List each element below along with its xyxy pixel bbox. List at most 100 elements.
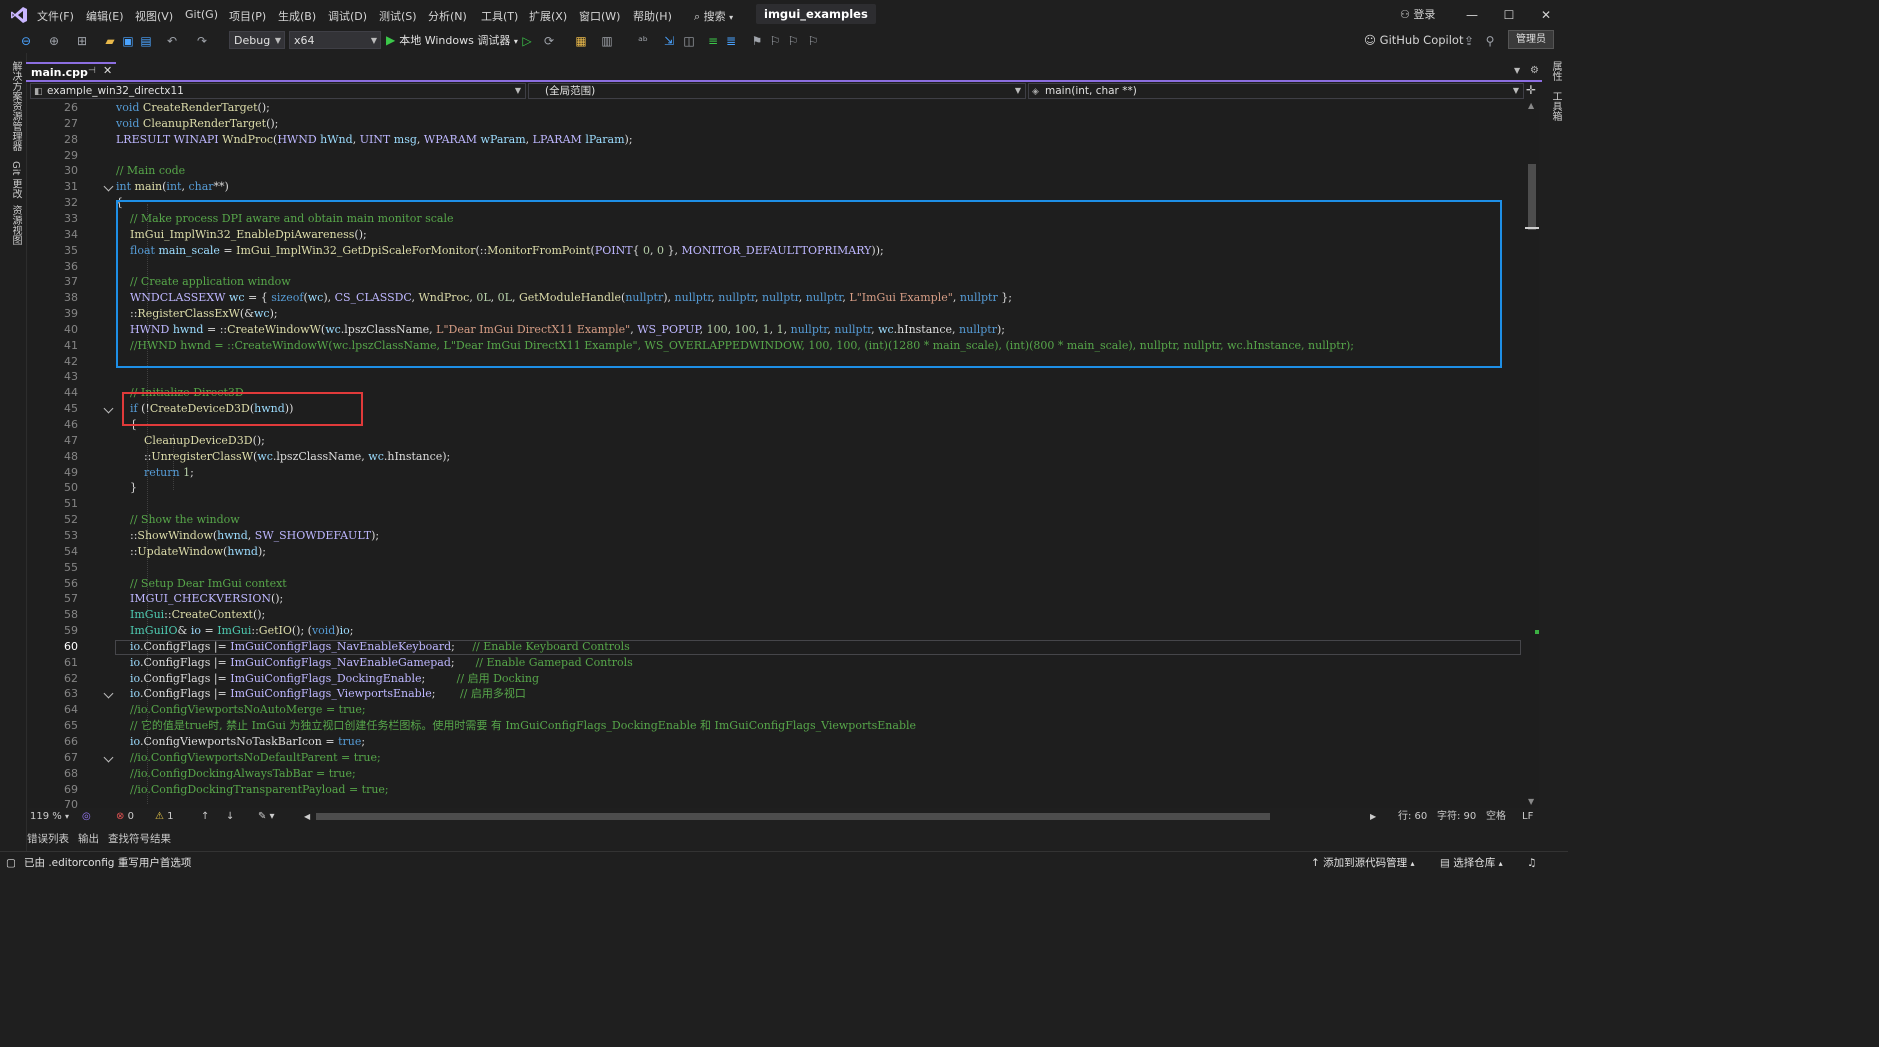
next-bookmark-icon[interactable]: ⚐ — [785, 33, 801, 49]
menu-item[interactable]: 文件(F) — [37, 8, 74, 24]
notification-icon[interactable]: ▢ — [6, 852, 16, 874]
menu-item[interactable]: 帮助(H) — [633, 8, 672, 24]
code-line[interactable]: 57 IMGUI_CHECKVERSION(); — [28, 591, 1525, 607]
code-line[interactable]: 48 ::UnregisterClassW(wc.lpszClassName, … — [28, 449, 1525, 465]
code-line[interactable]: 62 io.ConfigFlags |= ImGuiConfigFlags_Do… — [28, 671, 1525, 687]
settings-gear-icon[interactable]: ⚙ — [1530, 65, 1539, 76]
scroll-left-icon[interactable]: ◀ — [304, 809, 310, 825]
scroll-right-icon[interactable]: ▶ — [1370, 809, 1376, 825]
code-line[interactable]: 28 LRESULT WINAPI WndProc(HWND hWnd, UINT… — [28, 132, 1525, 148]
menu-item[interactable]: 扩展(X) — [529, 8, 567, 24]
share-icon[interactable]: ⇪ — [1461, 33, 1477, 49]
code-line[interactable]: 68 //io.ConfigDockingAlwaysTabBar = true… — [28, 766, 1525, 782]
horizontal-scroll-thumb[interactable] — [316, 813, 1270, 820]
errors-indicator[interactable]: ⊗ 0 — [116, 809, 134, 825]
fold-chevron-icon[interactable] — [103, 688, 114, 699]
solution-explorer-icon[interactable]: ▦ — [573, 33, 589, 49]
menu-item[interactable]: 工具(T) — [481, 8, 518, 24]
maximize-button[interactable]: ☐ — [1496, 6, 1522, 24]
fold-chevron-icon[interactable] — [103, 752, 114, 763]
code-line[interactable]: 51 — [28, 496, 1525, 512]
warnings-indicator[interactable]: ⚠ 1 — [155, 809, 174, 825]
code-line[interactable]: 47 CleanupDeviceD3D(); — [28, 433, 1525, 449]
code-line[interactable]: 30 // Main code — [28, 163, 1525, 179]
clear-bookmarks-icon[interactable]: ⚐ — [805, 33, 821, 49]
code-line[interactable]: 54 ::UpdateWindow(hwnd); — [28, 544, 1525, 560]
line-indicator[interactable]: 行: 60 — [1398, 809, 1427, 825]
open-folder-icon[interactable]: ▰ — [102, 33, 118, 49]
notifications-bell-icon[interactable]: ♫ — [1527, 852, 1536, 874]
code-line[interactable]: 26 void CreateRenderTarget(); — [28, 100, 1525, 116]
tab-error-list[interactable]: 错误列表 — [27, 831, 69, 846]
login-button[interactable]: ⚇ 登录 — [1400, 6, 1435, 22]
code-cleanup-icon[interactable]: ✎ ▾ — [258, 809, 275, 825]
github-copilot-button[interactable]: ☺ GitHub Copilot — [1364, 33, 1463, 47]
scroll-up-icon[interactable]: ▲ — [1528, 101, 1534, 110]
start-without-debugging-icon[interactable]: ▷ — [519, 33, 535, 49]
save-icon[interactable]: ▣ — [120, 33, 136, 49]
bookmark-icon[interactable]: ⚑ — [749, 33, 765, 49]
tab-list-chevron-icon[interactable]: ▼ — [1514, 66, 1520, 75]
code-line[interactable]: 67 //io.ConfigViewportsNoDefaultParent =… — [28, 750, 1525, 766]
prev-bookmark-icon[interactable]: ⚐ — [767, 33, 783, 49]
layout-icon[interactable]: ▥ — [599, 33, 615, 49]
step-icon[interactable]: ⇲ — [661, 33, 677, 49]
code-line[interactable]: 43 — [28, 369, 1525, 385]
undo-icon[interactable]: ↶ — [164, 33, 180, 49]
redo-icon[interactable]: ↷ — [194, 33, 210, 49]
tab-find-symbol-results[interactable]: 查找符号结果 — [108, 831, 171, 846]
whitespace-indicator[interactable]: 空格 — [1486, 809, 1506, 825]
menu-item[interactable]: 分析(N) — [428, 8, 467, 24]
menu-item[interactable]: 测试(S) — [379, 8, 417, 24]
code-line[interactable]: 65 // 它的值是true时, 禁止 ImGui 为独立视口创建任务栏图标。使… — [28, 718, 1525, 734]
breakpoint-toggle-icon[interactable]: ◫ — [681, 33, 697, 49]
hot-reload-icon[interactable]: ⟳ — [541, 33, 557, 49]
resource-view-tab[interactable]: 资源视图 — [8, 205, 23, 245]
close-tab-icon[interactable]: ✕ — [103, 64, 112, 77]
member-dropdown[interactable]: ◈ main(int, char **) ▼ — [1028, 83, 1524, 99]
solution-explorer-tab[interactable]: 解决方案资源管理器 — [8, 61, 23, 151]
minimize-button[interactable]: — — [1459, 6, 1485, 24]
next-issue-icon[interactable]: ↓ — [226, 809, 234, 825]
code-line[interactable]: 69 //io.ConfigDockingTransparentPayload … — [28, 782, 1525, 798]
menu-item[interactable]: 调试(D) — [328, 8, 367, 24]
search-box[interactable]: ⌕ 搜索 ▾ — [694, 8, 733, 24]
menu-item[interactable]: 视图(V) — [135, 8, 173, 24]
save-all-icon[interactable]: ▤ — [138, 33, 154, 49]
code-line[interactable]: 60 io.ConfigFlags |= ImGuiConfigFlags_Na… — [28, 639, 1525, 655]
code-line[interactable]: 31 int main(int, char**) — [28, 179, 1525, 195]
platform-select[interactable]: x64 ▼ — [289, 31, 381, 49]
code-line[interactable]: 66 io.ConfigViewportsNoTaskBarIcon = tru… — [28, 734, 1525, 750]
menu-item[interactable]: 编辑(E) — [86, 8, 124, 24]
close-window-button[interactable]: ✕ — [1533, 6, 1559, 24]
menu-item[interactable]: 窗口(W) — [579, 8, 620, 24]
char-indicator[interactable]: 字符: 90 — [1437, 809, 1476, 825]
scroll-down-icon[interactable]: ▼ — [1528, 797, 1534, 806]
menu-item[interactable]: 项目(P) — [229, 8, 266, 24]
start-debugging-button[interactable]: ▶ 本地 Windows 调试器 ▾ — [386, 32, 518, 48]
select-repository-button[interactable]: ▤ 选择仓库 ▴ — [1440, 852, 1503, 875]
code-line[interactable]: 53 ::ShowWindow(hwnd, SW_SHOWDEFAULT); — [28, 528, 1525, 544]
properties-tab[interactable]: 属性 — [1548, 61, 1563, 81]
uncomment-lines-icon[interactable]: ≣ — [723, 33, 739, 49]
pin-icon[interactable]: ⊣ — [88, 66, 96, 76]
forward-navigate-icon[interactable]: ⊕ — [46, 33, 62, 49]
spell-check-icon[interactable]: ᵃᵇ — [635, 33, 651, 49]
feedback-icon[interactable]: ⚲ — [1482, 33, 1498, 49]
tab-output[interactable]: 输出 — [78, 831, 99, 846]
new-project-icon[interactable]: ⊞ — [74, 33, 90, 49]
code-line[interactable]: 64 //io.ConfigViewportsNoAutoMerge = tru… — [28, 702, 1525, 718]
comment-lines-icon[interactable]: ≡ — [705, 33, 721, 49]
code-line[interactable]: 52 // Show the window — [28, 512, 1525, 528]
scope-dropdown[interactable]: (全局范围) ▼ — [528, 83, 1026, 99]
split-window-icon[interactable]: ✛ — [1526, 83, 1536, 97]
add-to-source-control-button[interactable]: ↑ 添加到源代码管理 ▴ — [1311, 852, 1415, 875]
zoom-select[interactable]: 119 % ▾ — [30, 809, 69, 825]
code-line[interactable]: 27 void CleanupRenderTarget(); — [28, 116, 1525, 132]
project-dropdown[interactable]: ◧ example_win32_directx11 ▼ — [30, 83, 526, 99]
health-icon[interactable]: ◎ — [82, 809, 91, 825]
code-line[interactable]: 70 — [28, 797, 1525, 808]
code-line[interactable]: 29 — [28, 148, 1525, 164]
code-line[interactable]: 56 // Setup Dear ImGui context — [28, 576, 1525, 592]
line-ending-indicator[interactable]: LF — [1522, 809, 1533, 825]
